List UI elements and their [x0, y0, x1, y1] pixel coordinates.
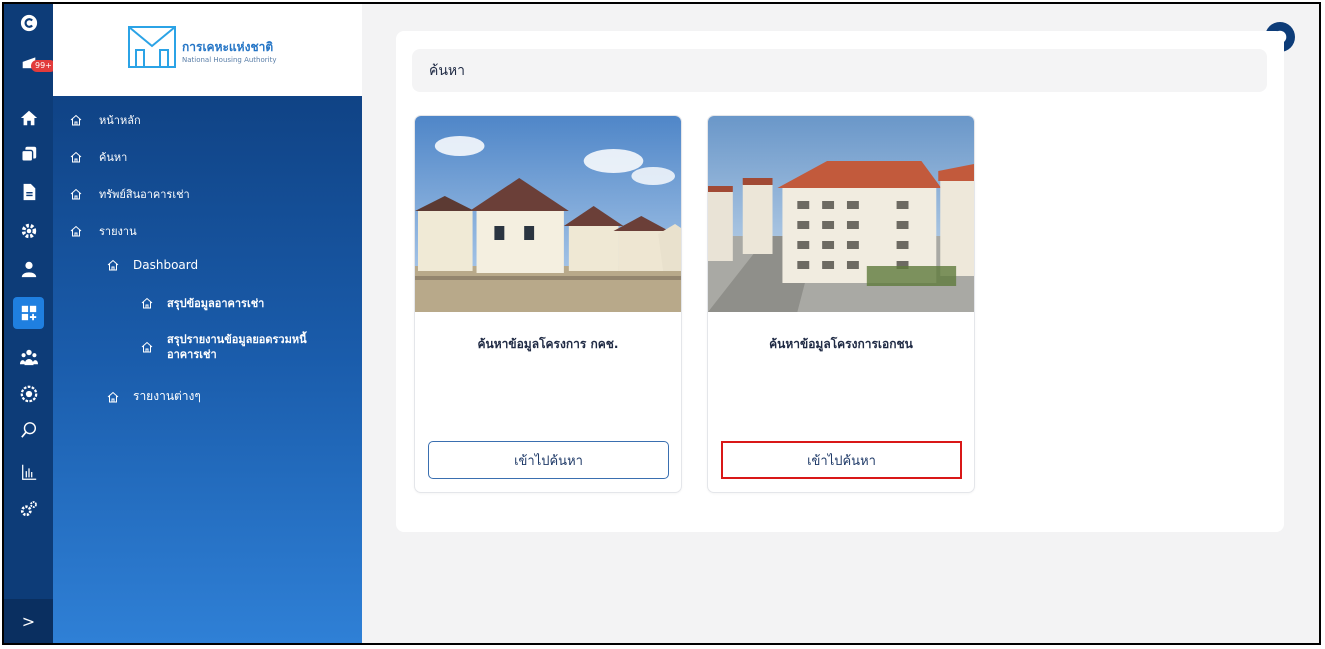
sidebar-item-dashboard[interactable]: Dashboard: [107, 258, 198, 272]
home-outline-icon: [107, 391, 119, 402]
home-outline-icon: [70, 188, 82, 200]
apartment-photo: [708, 116, 974, 312]
sidebar-item-rental-assets[interactable]: ทรัพย์สินอาคารเช่า: [70, 185, 190, 203]
sidebar-item-reports[interactable]: รายงาน: [70, 222, 137, 240]
card-title: ค้นหาข้อมูลโครงการเอกชน: [769, 337, 913, 351]
chart-icon[interactable]: [4, 455, 53, 489]
settings-icon[interactable]: [4, 214, 53, 248]
home-outline-icon: [107, 259, 119, 271]
search-icon[interactable]: [4, 413, 53, 447]
sidebar-item-search[interactable]: ค้นหา: [70, 148, 127, 166]
search-header-title: ค้นหา: [429, 62, 466, 79]
expand-sidebar-button[interactable]: >: [4, 599, 53, 643]
sidebar-item-label: ค้นหา: [99, 151, 128, 164]
home-outline-icon: [141, 341, 153, 353]
sidebar-item-debt-summary[interactable]: สรุปรายงานข้อมูลยอดรวมหนี้ อาคารเช่า: [141, 332, 307, 362]
logo-c-icon[interactable]: [4, 6, 53, 40]
home-outline-icon: [141, 297, 153, 309]
label-line-1: สรุปรายงานข้อมูลยอดรวมหนี้: [167, 333, 307, 346]
main-content: ค้นหา ค้นหาข้อมูลโครงการ กคช. เข้าไปค้นห…: [362, 4, 1319, 643]
dashboard-icon[interactable]: [4, 296, 53, 330]
icon-rail: 99+ >: [4, 4, 56, 643]
sidebar-item-label: หน้าหลัก: [99, 114, 141, 127]
sidebar-item-label: รายงาน: [99, 225, 137, 238]
sidebar-item-home[interactable]: หน้าหลัก: [70, 111, 141, 129]
chevron-right-icon: >: [21, 611, 36, 631]
app-window: 99+ > การเคหะแห่งชาติ National Housing A…: [2, 2, 1321, 645]
sidebar-item-rental-summary[interactable]: สรุปข้อมูลอาคารเช่า: [141, 294, 264, 312]
logo-area: การเคหะแห่งชาติ National Housing Authori…: [53, 4, 362, 96]
card-title: ค้นหาข้อมูลโครงการ กคช.: [477, 337, 619, 351]
sidebar-item-label: สรุปรายงานข้อมูลยอดรวมหนี้ อาคารเช่า: [167, 332, 307, 362]
sidebar: การเคหะแห่งชาติ National Housing Authori…: [53, 4, 362, 643]
search-header: ค้นหา: [412, 49, 1267, 92]
enter-search-button[interactable]: เข้าไปค้นหา: [428, 441, 669, 479]
project-card-private: ค้นหาข้อมูลโครงการเอกชน เข้าไปค้นหา: [707, 115, 975, 493]
label-line-2: อาคารเช่า: [167, 348, 217, 361]
project-card-nha: ค้นหาข้อมูลโครงการ กคช. เข้าไปค้นหา: [414, 115, 682, 493]
home-outline-icon: [70, 151, 82, 163]
sidebar-item-label: ทรัพย์สินอาคารเช่า: [99, 188, 190, 201]
home-icon[interactable]: [4, 101, 53, 135]
sidebar-item-label: Dashboard: [133, 258, 199, 272]
nha-logo-icon: [128, 26, 176, 68]
copy-icon[interactable]: [4, 137, 53, 171]
home-outline-icon: [70, 225, 82, 237]
org-name-en: National Housing Authority: [182, 56, 277, 64]
sidebar-item-other-reports[interactable]: รายงานต่างๆ: [107, 387, 201, 406]
home-outline-icon: [70, 114, 82, 126]
money-icon[interactable]: [4, 377, 53, 411]
document-icon[interactable]: [4, 175, 53, 209]
org-name-th: การเคหะแห่งชาติ: [182, 40, 274, 54]
search-panel: ค้นหา ค้นหาข้อมูลโครงการ กคช. เข้าไปค้นห…: [396, 31, 1284, 532]
sidebar-item-label: สรุปข้อมูลอาคารเช่า: [167, 297, 265, 310]
user-icon[interactable]: [4, 252, 53, 286]
enter-search-button[interactable]: เข้าไปค้นหา: [721, 441, 962, 479]
group-icon[interactable]: [4, 340, 53, 374]
gears-icon[interactable]: [4, 492, 53, 526]
sidebar-item-label: รายงานต่างๆ: [133, 389, 201, 403]
house-photo: [415, 116, 681, 312]
